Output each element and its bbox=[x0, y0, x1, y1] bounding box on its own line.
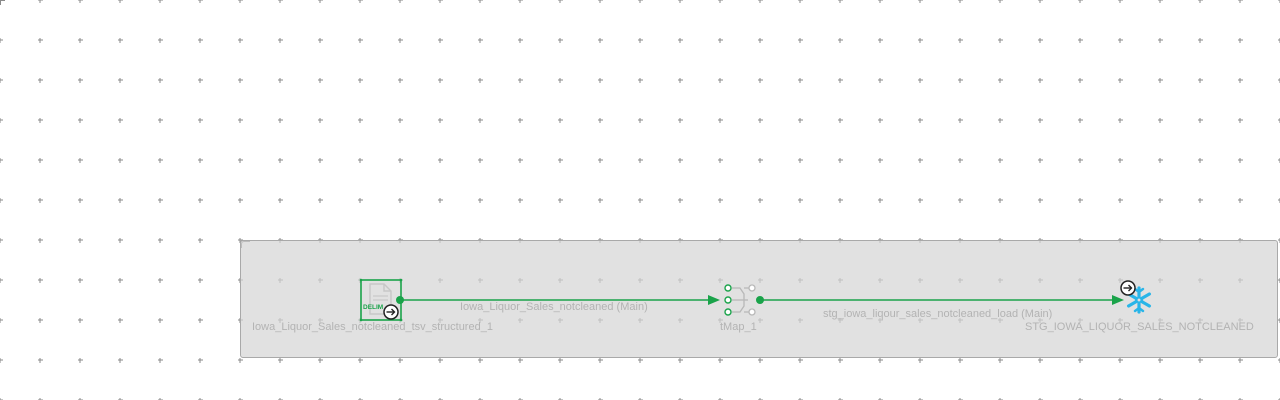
main-link-1-label[interactable]: Iowa_Liquor_Sales_notcleaned (Main) bbox=[460, 301, 648, 314]
delimited-icon-text: DELIM bbox=[363, 304, 383, 311]
tmap-icon bbox=[724, 284, 756, 316]
source-component[interactable]: DELIM bbox=[358, 278, 404, 322]
tmap-component[interactable] bbox=[718, 280, 758, 320]
subjob-collapse-handle[interactable] bbox=[241, 241, 250, 248]
snowflake-icon bbox=[1120, 280, 1152, 314]
source-component-label: Iowa_Liquor_Sales_notcleaned_tsv_structu… bbox=[252, 321, 493, 333]
tmap-component-label: tMap_1 bbox=[720, 321, 757, 333]
job-design-canvas[interactable]: DELIM Iowa_Liquor_Sales_notcleaned_tsv_s… bbox=[0, 0, 1280, 400]
target-component[interactable] bbox=[1116, 278, 1160, 322]
target-component-label: STG_IOWA_LIQUOR_SALES_NOTCLEANED bbox=[1025, 321, 1254, 333]
delimited-file-icon: DELIM bbox=[359, 278, 403, 322]
main-link-2-label[interactable]: stg_iowa_liqour_sales_notcleaned_load (M… bbox=[823, 308, 1052, 321]
